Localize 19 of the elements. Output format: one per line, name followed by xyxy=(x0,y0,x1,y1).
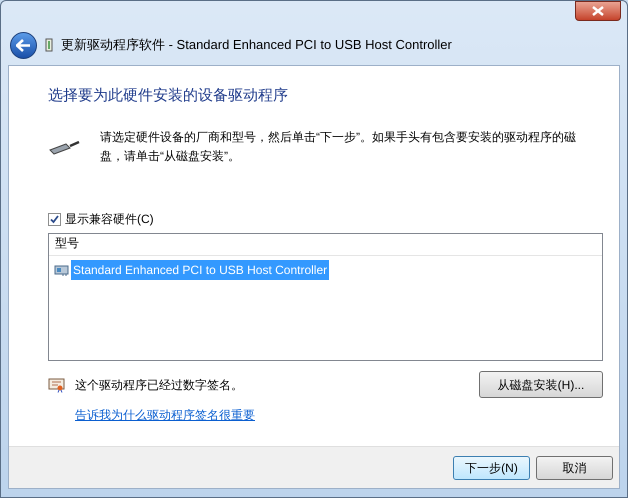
window-title: 更新驱动程序软件 - Standard Enhanced PCI to USB Host Controller xyxy=(61,36,452,54)
signature-note: 这个驱动程序已经过数字签名。 xyxy=(75,377,243,394)
device-icon xyxy=(45,38,53,52)
back-arrow-icon xyxy=(16,38,31,52)
column-header[interactable]: 型号 xyxy=(49,234,79,255)
page-heading: 选择要为此硬件安装的设备驱动程序 xyxy=(48,86,289,106)
checkmark-icon xyxy=(50,214,59,224)
signature-help-link[interactable]: 告诉我为什么驱动程序签名很重要 xyxy=(75,406,479,424)
checkbox-label[interactable]: 显示兼容硬件(C) xyxy=(65,210,154,228)
certificate-icon xyxy=(48,378,65,392)
instruction-text: 请选定硬件设备的厂商和型号，然后单击“下一步”。如果手头有包含要安装的驱动程序的磁盘，请单击“从磁盘安装”。 xyxy=(100,129,577,165)
checkbox[interactable] xyxy=(48,212,61,226)
have-disk-button[interactable]: 从磁盘安装(H)... xyxy=(479,371,603,398)
dialog-button[interactable]: 取消 xyxy=(536,456,613,480)
dialog-button[interactable]: 下一步(N) xyxy=(453,456,530,480)
back-button[interactable] xyxy=(10,32,37,58)
controller-icon xyxy=(54,263,70,277)
close-icon xyxy=(592,6,604,16)
close-button[interactable] xyxy=(575,1,621,21)
